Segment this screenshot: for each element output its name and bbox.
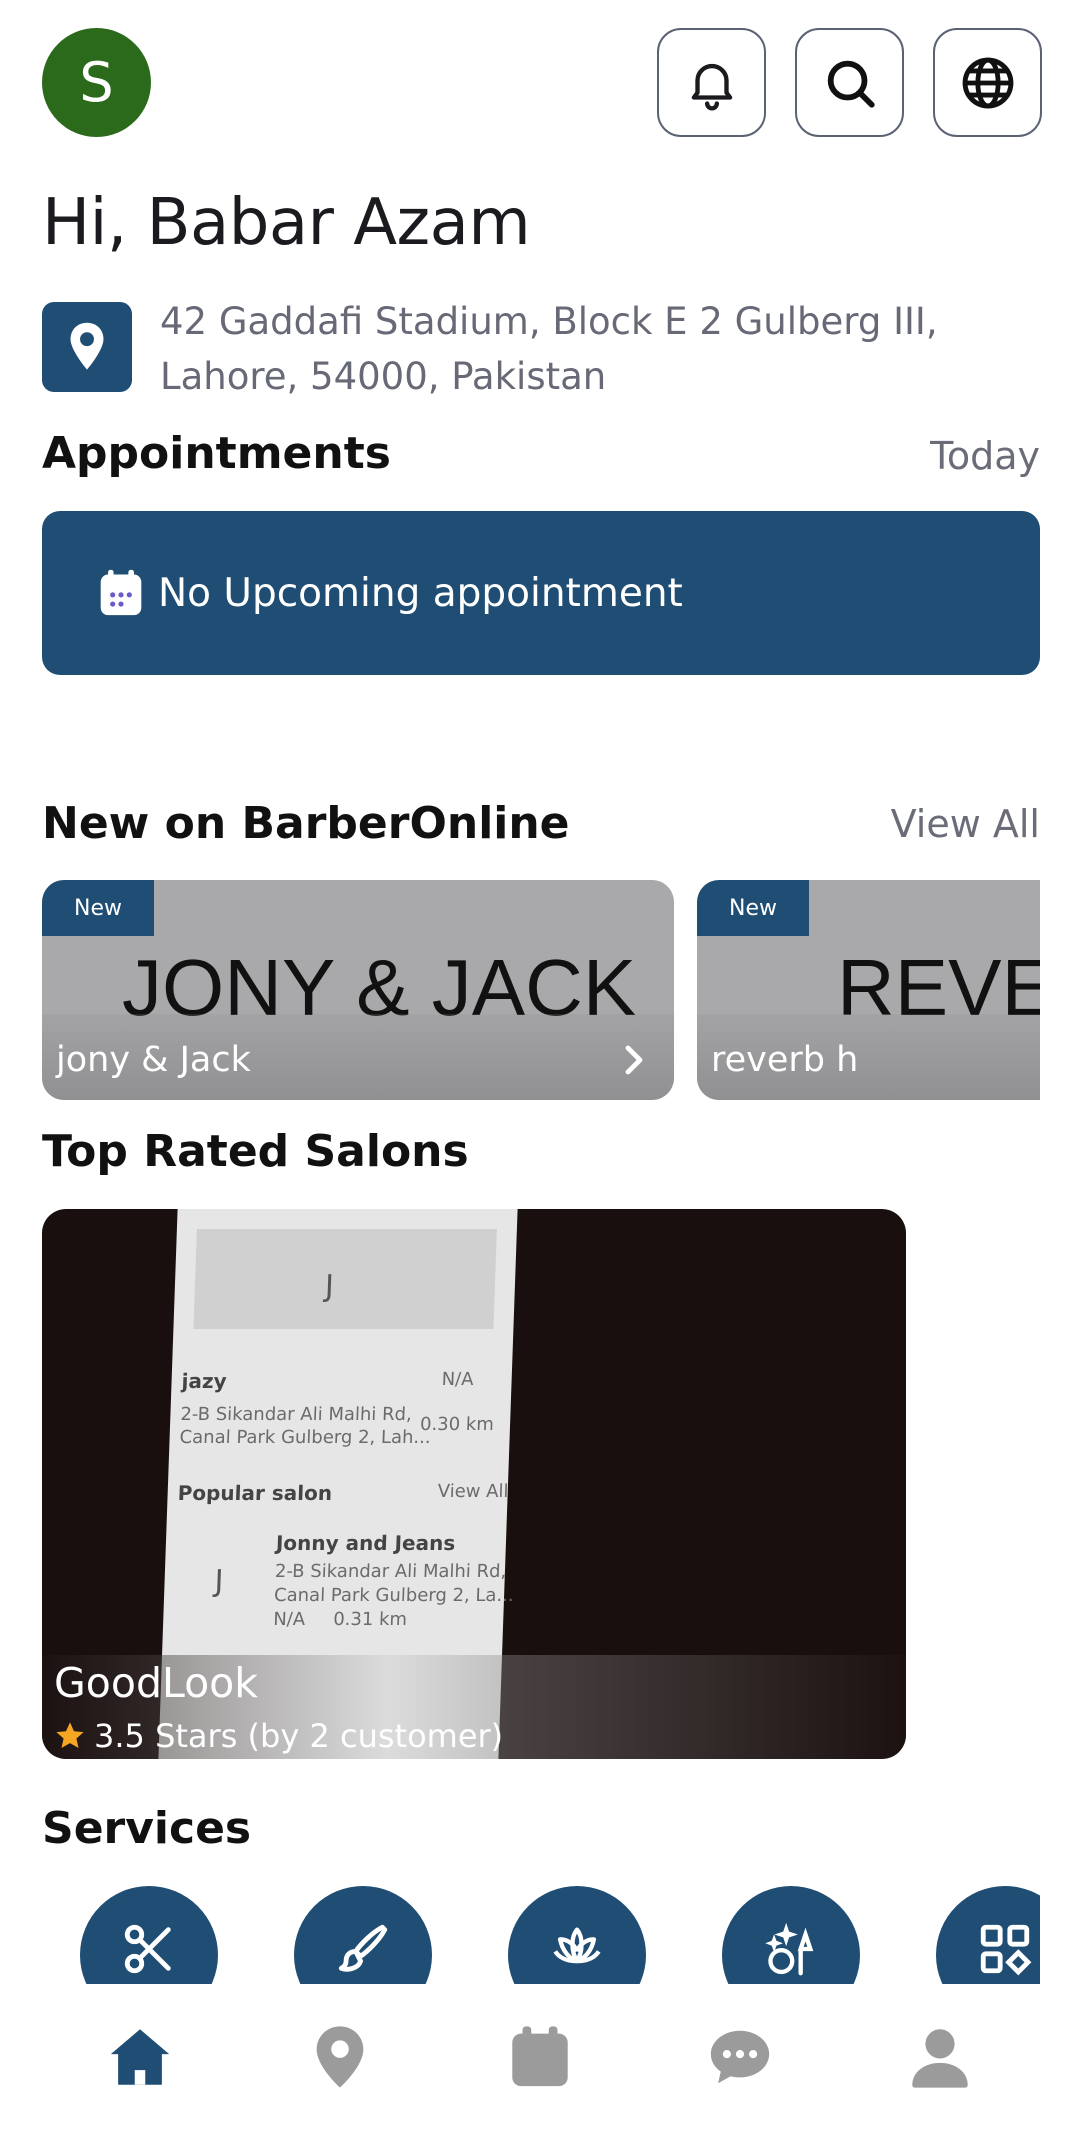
salon-rating: 3.5 Stars (by 2 customer) bbox=[54, 1717, 503, 1755]
greeting: Hi, Babar Azam bbox=[42, 186, 531, 260]
service-haircut-button[interactable] bbox=[80, 1886, 218, 1984]
rating-text: 3.5 Stars (by 2 customer) bbox=[94, 1717, 504, 1755]
view-all-link[interactable]: View All bbox=[891, 802, 1040, 846]
photo-text: Jonny and Jeans bbox=[275, 1531, 456, 1555]
appointments-title: Appointments bbox=[42, 428, 391, 479]
services-title: Services bbox=[42, 1803, 252, 1854]
star-icon bbox=[56, 1722, 84, 1748]
photo-text: 2-B Sikandar Ali Malhi Rd, bbox=[274, 1561, 507, 1582]
globe-icon bbox=[962, 57, 1013, 108]
photo-text: 2-B Sikandar Ali Malhi Rd, bbox=[180, 1404, 413, 1425]
chat-icon bbox=[710, 2030, 770, 2084]
scissors-icon bbox=[124, 1924, 171, 1974]
bell-icon bbox=[691, 63, 732, 110]
no-appointment-text: No Upcoming appointment bbox=[158, 570, 683, 616]
grid-icon bbox=[980, 1924, 1032, 1976]
service-spa-button[interactable] bbox=[508, 1886, 646, 1984]
calendar-icon bbox=[512, 2026, 568, 2087]
location-button[interactable] bbox=[42, 302, 132, 392]
avatar[interactable]: S bbox=[42, 28, 151, 137]
address-text[interactable]: 42 Gaddafi Stadium, Block E 2 Gulberg II… bbox=[160, 294, 1040, 404]
search-icon bbox=[827, 60, 875, 108]
new-salon-card[interactable]: REVERB New reverb h bbox=[697, 880, 1040, 1100]
nav-calendar[interactable] bbox=[505, 2022, 575, 2096]
search-button[interactable] bbox=[795, 28, 904, 137]
photo-text: N/A bbox=[272, 1609, 306, 1630]
map-pin-icon bbox=[70, 322, 104, 370]
photo-text: J bbox=[213, 1564, 225, 1599]
top-rated-salon-card[interactable]: J jazy N/A 2-B Sikandar Ali Malhi Rd, Ca… bbox=[42, 1209, 906, 1759]
makeup-icon bbox=[765, 1922, 814, 1976]
new-badge: New bbox=[42, 880, 154, 936]
photo-text: jazy bbox=[181, 1369, 228, 1393]
appointment-card[interactable]: No Upcoming appointment bbox=[42, 511, 1040, 675]
service-coloring-button[interactable] bbox=[294, 1886, 432, 1984]
language-button[interactable] bbox=[933, 28, 1042, 137]
brush-icon bbox=[338, 1924, 388, 1972]
salon-name: reverb h bbox=[711, 1040, 859, 1080]
appointments-filter[interactable]: Today bbox=[930, 434, 1040, 478]
calendar-icon bbox=[100, 569, 142, 616]
nav-map[interactable] bbox=[305, 2022, 375, 2096]
salon-name: GoodLook bbox=[54, 1659, 258, 1707]
nav-profile[interactable] bbox=[905, 2022, 975, 2096]
notifications-button[interactable] bbox=[657, 28, 766, 137]
lotus-icon bbox=[553, 1927, 601, 1964]
photo-text: J bbox=[324, 1269, 335, 1304]
services-carousel[interactable] bbox=[42, 1886, 1040, 1984]
top-rated-title: Top Rated Salons bbox=[42, 1126, 469, 1177]
new-badge: New bbox=[697, 880, 809, 936]
photo-text: Canal Park Gulberg 2, Lah... bbox=[179, 1427, 431, 1448]
new-salons-carousel[interactable]: JONY & JACK New jony & Jack REVERB New r… bbox=[42, 880, 1040, 1100]
nav-messages[interactable] bbox=[705, 2022, 775, 2096]
photo-text: 0.30 km bbox=[419, 1414, 495, 1435]
avatar-initial: S bbox=[79, 51, 114, 114]
home-icon bbox=[110, 2029, 170, 2085]
photo-placeholder bbox=[193, 1229, 497, 1329]
map-pin-icon bbox=[316, 2026, 364, 2088]
salon-name: jony & Jack bbox=[56, 1040, 251, 1080]
photo-text: N/A bbox=[441, 1369, 474, 1390]
nav-home[interactable] bbox=[105, 2022, 175, 2096]
photo-text: View All bbox=[437, 1481, 509, 1502]
photo-text: 0.31 km bbox=[332, 1609, 408, 1630]
photo-text: Canal Park Gulberg 2, La... bbox=[273, 1585, 515, 1606]
bottom-nav bbox=[0, 1984, 1080, 2134]
new-salon-card[interactable]: JONY & JACK New jony & Jack bbox=[42, 880, 674, 1100]
chevron-right-icon[interactable] bbox=[616, 1042, 652, 1078]
profile-icon bbox=[912, 2029, 968, 2088]
service-more-button[interactable] bbox=[936, 1886, 1040, 1984]
service-makeup-button[interactable] bbox=[722, 1886, 860, 1984]
photo-text: Popular salon bbox=[177, 1481, 333, 1505]
new-section-title: New on BarberOnline bbox=[42, 798, 570, 849]
